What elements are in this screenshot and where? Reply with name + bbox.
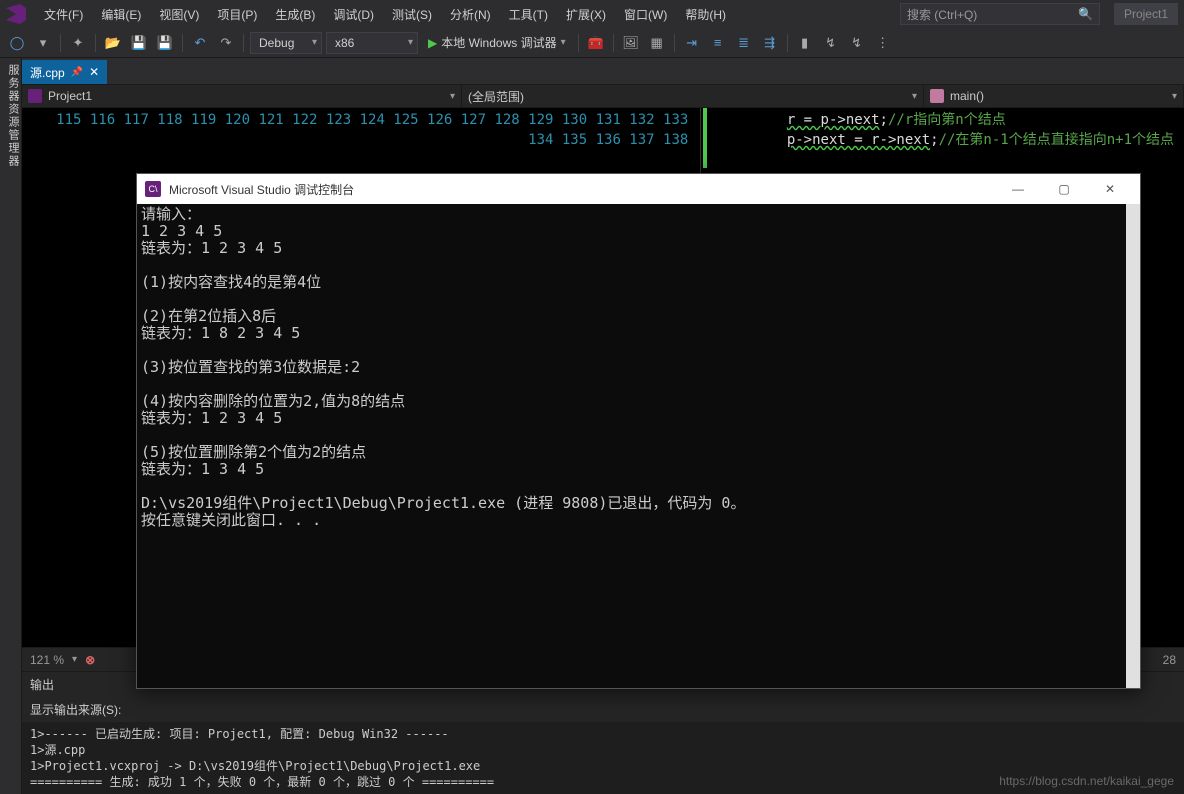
open-icon[interactable]: 📂 xyxy=(102,32,124,54)
run-button[interactable]: ▶ 本地 Windows 调试器 ▾ xyxy=(422,32,572,53)
output-source-label: 显示输出来源(S): xyxy=(30,701,121,718)
close-icon[interactable]: ✕ xyxy=(89,65,99,79)
console-app-icon: C\ xyxy=(145,181,161,197)
step-icon-3[interactable]: ≣ xyxy=(733,32,755,54)
menu-tools[interactable]: 工具(T) xyxy=(501,2,556,27)
menu-project[interactable]: 项目(P) xyxy=(209,2,265,27)
step-icon-2[interactable]: ≡ xyxy=(707,32,729,54)
config-dropdown[interactable]: Debug xyxy=(250,32,322,54)
play-icon: ▶ xyxy=(428,36,437,50)
run-label: 本地 Windows 调试器 xyxy=(441,34,556,51)
nav-function[interactable]: main() xyxy=(924,85,1184,107)
save-all-icon[interactable]: 💾 xyxy=(154,32,176,54)
console-titlebar[interactable]: C\ Microsoft Visual Studio 调试控制台 — ▢ ✕ xyxy=(137,174,1140,204)
tab-label: 源.cpp xyxy=(30,64,65,81)
menu-edit[interactable]: 编辑(E) xyxy=(93,2,149,27)
step-icon-4[interactable]: ⇶ xyxy=(759,32,781,54)
nav-bar: Project1 (全局范围) main() xyxy=(22,84,1184,108)
minimize-button[interactable]: — xyxy=(996,175,1040,203)
undo-icon[interactable]: ↶ xyxy=(189,32,211,54)
close-button[interactable]: ✕ xyxy=(1088,175,1132,203)
nav-project[interactable]: Project1 xyxy=(22,85,462,107)
menu-window[interactable]: 窗口(W) xyxy=(616,2,675,27)
project-icon xyxy=(28,89,42,103)
toolbar: ◯ ▾ ✦ 📂 💾 💾 ↶ ↷ Debug x86 ▶ 本地 Windows 调… xyxy=(0,28,1184,58)
document-tab[interactable]: 源.cpp 📌 ✕ xyxy=(22,60,107,84)
menu-build[interactable]: 生成(B) xyxy=(267,2,323,27)
project-name: Project1 xyxy=(1114,3,1178,25)
function-icon xyxy=(930,89,944,103)
toolbox-icon-1[interactable]: 🧰 xyxy=(585,32,607,54)
side-tab-server-explorer[interactable]: 服务器资源管理器 xyxy=(5,64,21,794)
console-title-text: Microsoft Visual Studio 调试控制台 xyxy=(169,181,354,198)
vs-logo xyxy=(6,4,26,24)
zoom-level[interactable]: 121 % xyxy=(30,653,64,667)
menu-help[interactable]: 帮助(H) xyxy=(677,2,734,27)
search-placeholder: 搜索 (Ctrl+Q) xyxy=(907,6,977,23)
menu-test[interactable]: 测试(S) xyxy=(384,2,440,27)
debug-console-window[interactable]: C\ Microsoft Visual Studio 调试控制台 — ▢ ✕ 请… xyxy=(136,173,1141,689)
step-icon-1[interactable]: ⇥ xyxy=(681,32,703,54)
menu-debug[interactable]: 调试(D) xyxy=(325,2,382,27)
search-icon: 🔍 xyxy=(1078,7,1093,21)
misc-icon-3[interactable]: ⋮ xyxy=(872,32,894,54)
menu-extensions[interactable]: 扩展(X) xyxy=(558,2,614,27)
bookmark-icon[interactable]: ▮ xyxy=(794,32,816,54)
document-tab-bar: 源.cpp 📌 ✕ xyxy=(22,58,1184,84)
nav-fwd-icon[interactable]: ▾ xyxy=(32,32,54,54)
platform-dropdown[interactable]: x86 xyxy=(326,32,418,54)
menu-analyze[interactable]: 分析(N) xyxy=(442,2,499,27)
pin-icon[interactable]: 📌 xyxy=(71,67,83,78)
misc-icon-2[interactable]: ↯ xyxy=(846,32,868,54)
column-indicator: 28 xyxy=(1163,653,1176,667)
toolbox-icon-3[interactable]: ▦ xyxy=(646,32,668,54)
redo-icon[interactable]: ↷ xyxy=(215,32,237,54)
nav-back-icon[interactable]: ◯ xyxy=(6,32,28,54)
menu-view[interactable]: 视图(V) xyxy=(151,2,207,27)
error-icon[interactable]: ⊗ xyxy=(85,653,95,667)
nav-scope[interactable]: (全局范围) xyxy=(462,85,924,107)
console-output[interactable]: 请输入： 1 2 3 4 5 链表为：1 2 3 4 5 (1)按内容查找4的是… xyxy=(137,204,1140,688)
misc-icon-1[interactable]: ↯ xyxy=(820,32,842,54)
menu-bar: 文件(F) 编辑(E) 视图(V) 项目(P) 生成(B) 调试(D) 测试(S… xyxy=(0,0,1184,28)
side-tool-well: 服务器资源管理器 工具箱 xyxy=(0,58,22,794)
save-icon[interactable]: 💾 xyxy=(128,32,150,54)
maximize-button[interactable]: ▢ xyxy=(1042,175,1086,203)
new-item-icon[interactable]: ✦ xyxy=(67,32,89,54)
menu-file[interactable]: 文件(F) xyxy=(36,2,91,27)
toolbox-icon-2[interactable]: 🖼 xyxy=(620,32,642,54)
search-box[interactable]: 搜索 (Ctrl+Q) 🔍 xyxy=(900,3,1100,25)
watermark: https://blog.csdn.net/kaikai_gege xyxy=(999,774,1174,788)
